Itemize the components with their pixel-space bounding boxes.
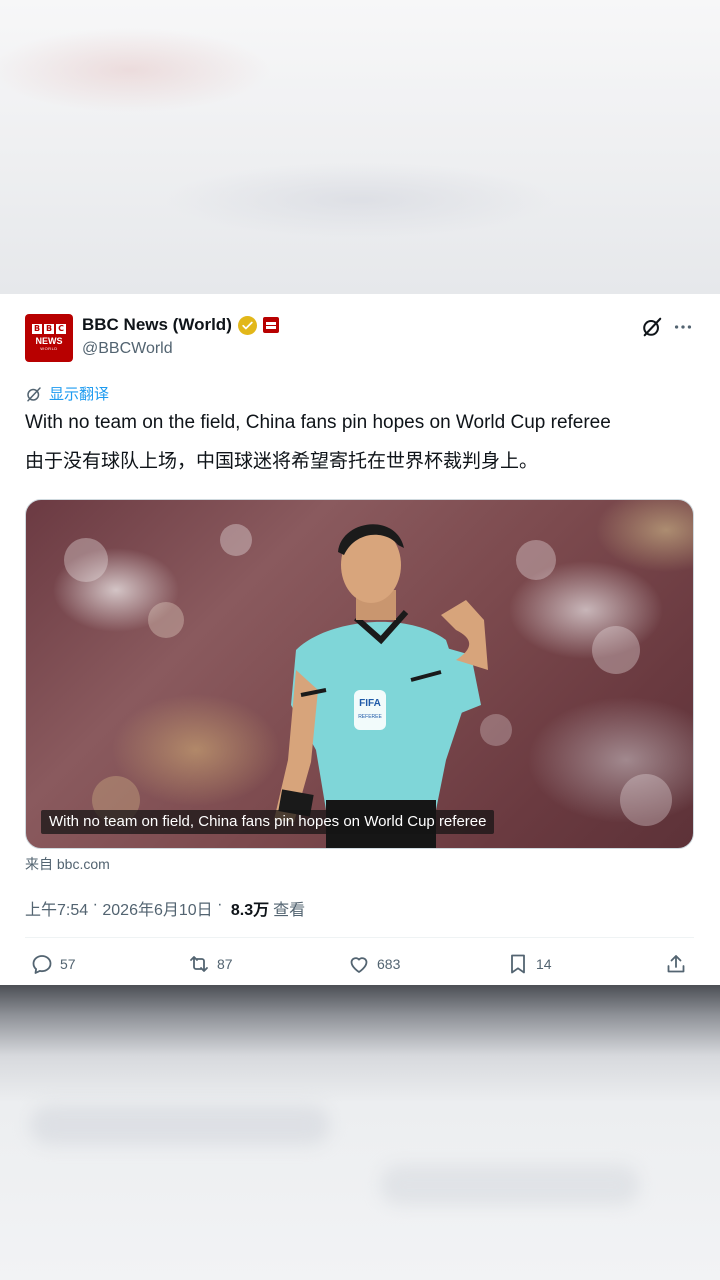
reply-icon [32, 955, 52, 974]
action-bar: 57 87 683 14 [0, 952, 720, 982]
bbc-letter: B [32, 324, 42, 334]
referee-photo: FIFA REFEREE [64, 524, 672, 848]
post-time[interactable]: 上午7:54 [25, 896, 88, 920]
views-count: 8.3万 [230, 902, 270, 919]
avatar[interactable]: B B C NEWS WORLD [25, 314, 73, 362]
like-count: 683 [377, 956, 401, 972]
translate-icon [27, 386, 41, 401]
link-source[interactable]: 来自 bbc.com [25, 854, 110, 874]
bbc-letter: B [44, 324, 54, 334]
verified-badge-icon[interactable] [237, 315, 257, 335]
blurred-background-bottom [0, 985, 720, 1280]
post-text-chinese: 由于没有球队上场，中国球迷将希望寄托在世界杯裁判身上。 [25, 451, 539, 472]
bbc-logo: B B C [32, 324, 66, 334]
avatar-world-text: WORLD [40, 346, 58, 351]
repost-button[interactable]: 87 [187, 952, 233, 976]
views-label: 查看 [273, 902, 306, 919]
bookmark-icon [511, 954, 525, 974]
post-media-image[interactable]: FIFA REFEREE With no team on field, Chin… [25, 499, 694, 849]
post-text-english: With no team on the field, China fans pi… [25, 412, 611, 433]
meta-separator: · [88, 896, 103, 913]
author-name-row: BBC News (World) [82, 315, 279, 335]
author-handle[interactable]: @BBCWorld [82, 340, 173, 358]
divider [25, 937, 694, 938]
heart-icon [350, 957, 368, 973]
post-date[interactable]: 2026年6月10日 [102, 896, 212, 920]
show-translation-link[interactable]: 显示翻译 [25, 383, 109, 404]
more-options-icon[interactable] [672, 316, 694, 338]
post-card: B B C NEWS WORLD BBC News (World) @BBCWo… [0, 294, 720, 985]
like-button[interactable]: 683 [347, 952, 400, 976]
reply-count: 57 [60, 956, 76, 972]
meta-separator: · [212, 896, 227, 913]
bookmark-button[interactable]: 14 [506, 952, 552, 976]
repost-icon [190, 956, 208, 972]
post-meta: 上午7:54 · 2026年6月10日 · 8.3万 查看 [25, 896, 305, 920]
media-caption: With no team on field, China fans pin ho… [41, 810, 495, 834]
author-display-name[interactable]: BBC News (World) [82, 315, 232, 335]
avatar-news-text: NEWS [35, 336, 63, 346]
jersey-referee-text: REFEREE [358, 714, 382, 720]
repost-count: 87 [217, 956, 233, 972]
share-icon [667, 955, 685, 973]
show-translation-label: 显示翻译 [49, 386, 110, 403]
blurred-background-top [0, 0, 720, 294]
grok-icon[interactable] [641, 316, 663, 338]
bookmark-count: 14 [536, 956, 552, 972]
affiliation-badge-icon[interactable] [262, 317, 279, 333]
jersey-fifa-text: FIFA [359, 698, 381, 709]
bbc-letter: C [56, 324, 66, 334]
reply-button[interactable]: 57 [30, 952, 76, 976]
share-button[interactable] [664, 952, 688, 976]
